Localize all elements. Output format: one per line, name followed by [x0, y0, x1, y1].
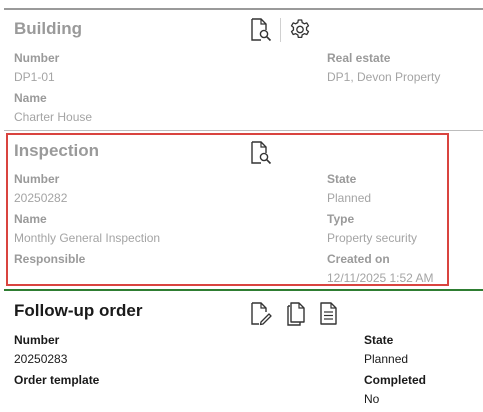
followup-panel: Follow-up order Number 20250283 State Pl…	[0, 289, 483, 412]
copy-icon[interactable]	[284, 302, 308, 326]
document-icon[interactable]	[317, 302, 341, 326]
building-real-estate-label: Real estate	[327, 51, 391, 65]
gear-icon[interactable]	[288, 18, 312, 42]
inspection-highlight-frame	[6, 133, 449, 286]
building-name-label: Name	[14, 91, 47, 105]
followup-number-value: 20250283	[14, 352, 68, 366]
building-number-label: Number	[14, 51, 60, 65]
edit-document-icon[interactable]	[249, 302, 273, 326]
building-title: Building	[14, 19, 82, 38]
followup-completed-label: Completed	[364, 373, 427, 387]
icon-separator	[280, 18, 281, 42]
followup-template-label: Order template	[14, 373, 100, 387]
followup-state-label: State	[364, 333, 394, 347]
followup-title: Follow-up order	[14, 301, 143, 320]
inspection-top-line	[4, 130, 483, 131]
followup-number-label: Number	[14, 333, 60, 347]
building-panel: Building Number DP1-01 Real estate DP1, …	[0, 0, 483, 130]
followup-completed-value: No	[364, 392, 380, 406]
building-name-value: Charter House	[14, 110, 93, 124]
preview-icon[interactable]	[249, 18, 273, 42]
followup-state-value: Planned	[364, 352, 409, 366]
followup-top-line	[4, 289, 483, 291]
building-top-line	[4, 8, 483, 10]
building-real-estate-value: DP1, Devon Property	[327, 70, 441, 84]
building-number-value: DP1-01	[14, 70, 55, 84]
